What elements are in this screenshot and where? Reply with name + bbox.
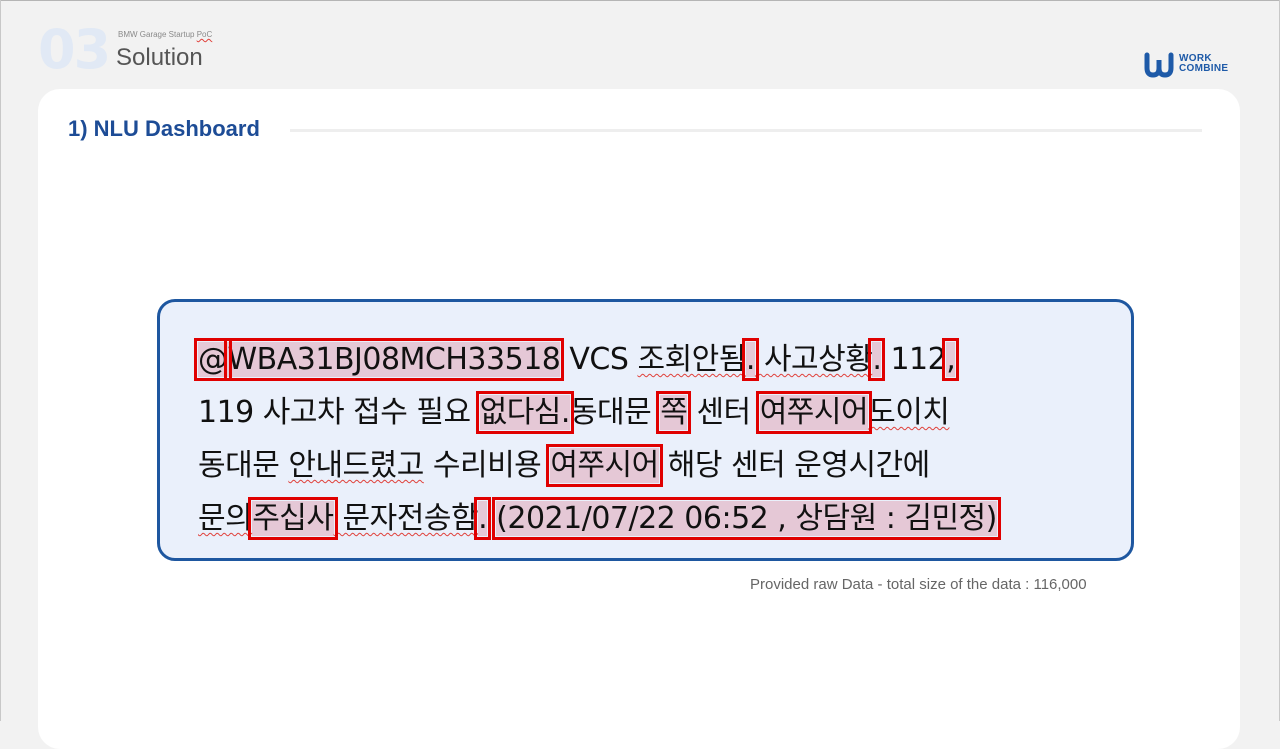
raw-text-line-4: 문의주십사 문자전송함. (2021/07/22 06:52 , 상담원 : 김… xyxy=(198,493,1001,540)
works-combine-logo-icon xyxy=(1144,52,1174,78)
text-segment: 안내드렸고 xyxy=(288,448,424,483)
data-caption: Provided raw Data - total size of the da… xyxy=(750,576,1087,593)
raw-text-line-1: @WBA31BJ08MCH33518 VCS 조회안됨. 사고상황. 112, xyxy=(194,334,960,381)
text-segment: 문의 xyxy=(198,501,253,536)
logo-text: WORK COMBINE xyxy=(1179,54,1228,74)
window-top-border xyxy=(0,0,1280,1)
text-segment xyxy=(487,501,496,536)
highlight-word: 없다심. xyxy=(475,391,574,434)
section-subtitle: BMW Garage Startup PoC xyxy=(118,30,212,39)
highlight-at: @ xyxy=(194,338,232,381)
text-segment: 조회안됨 xyxy=(637,342,746,377)
text-segment: 동대문 xyxy=(569,395,661,430)
text-segment: 센터 xyxy=(687,395,760,430)
highlight-word: 쪽 xyxy=(656,391,692,434)
text-segment: 112 xyxy=(881,342,947,377)
section-number: 03 xyxy=(38,18,111,81)
raw-text-line-2: 119 사고차 접수 필요 없다심.동대문 쪽 센터 여쭈시어도이치 xyxy=(198,387,950,434)
card-heading: 1) NLU Dashboard xyxy=(68,116,260,141)
works-combine-logo: WORK COMBINE xyxy=(1144,50,1228,78)
highlight-comma: , xyxy=(942,338,960,381)
text-segment: 해당 센터 운영시간에 xyxy=(658,448,930,483)
logo-text-line2: COMBINE xyxy=(1179,63,1229,74)
text-segment: 문자전송함 xyxy=(333,501,479,536)
highlight-word: 여쭈시어 xyxy=(755,391,873,434)
section-title: Solution xyxy=(116,44,203,71)
text-segment: 사고상황 xyxy=(754,342,873,377)
raw-text-line-3: 동대문 안내드렸고 수리비용 여쭈시어 해당 센터 운영시간에 xyxy=(198,440,930,487)
highlight-dot: . xyxy=(741,338,759,381)
highlight-metadata: (2021/07/22 06:52 , 상담원 : 김민정) xyxy=(492,497,1001,540)
window-left-border xyxy=(0,0,1,721)
highlight-word: 여쭈시어 xyxy=(546,444,663,487)
text-segment: 119 사고차 접수 필요 xyxy=(198,395,480,430)
subtitle-prefix: BMW Garage Startup xyxy=(118,30,197,39)
highlight-word: 주십사 xyxy=(248,497,338,540)
text-segment: 도이치 xyxy=(868,395,950,430)
highlight-dot: . xyxy=(474,497,492,540)
subtitle-poc: PoC xyxy=(196,30,213,39)
text-segment: 동대문 xyxy=(198,448,289,483)
highlight-vin: WBA31BJ08MCH33518 xyxy=(223,338,565,381)
text-segment: 수리비용 xyxy=(423,448,551,483)
heading-divider xyxy=(290,129,1202,132)
text-segment: VCS xyxy=(560,342,638,377)
